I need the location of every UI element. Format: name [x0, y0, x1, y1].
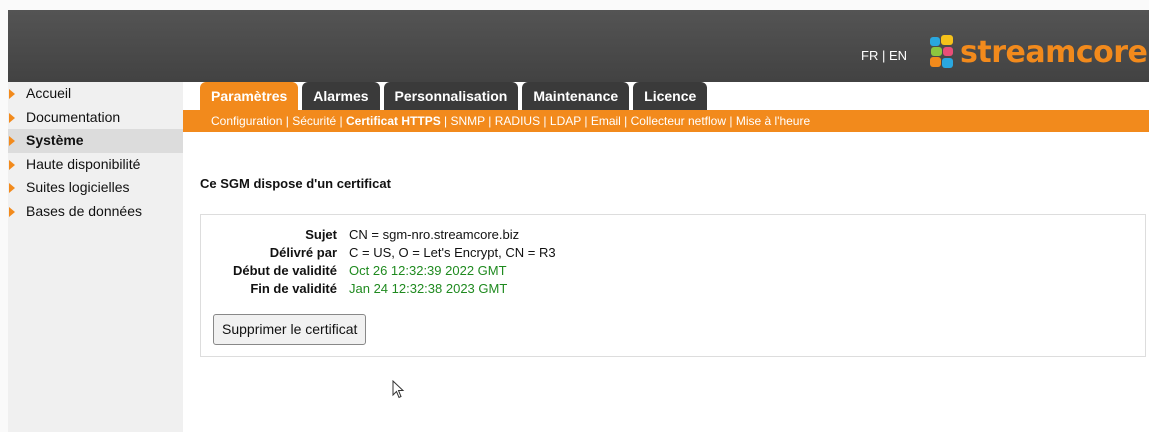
cert-subject-label: Sujet	[305, 227, 337, 242]
subnav-collecteur-netflow[interactable]: Collecteur netflow	[631, 114, 726, 128]
tab-parametres[interactable]: Paramètres	[200, 82, 299, 110]
sidebar-item-label: Documentation	[26, 108, 121, 125]
arrow-right-icon	[9, 206, 15, 217]
main-tabs: Paramètres Alarmes Personnalisation Main…	[200, 82, 708, 110]
sidebar-item-systeme[interactable]: Système	[8, 129, 183, 153]
cert-end-label: Fin de validité	[250, 281, 337, 296]
subnav-separator: |	[726, 114, 736, 128]
sidebar-item-bases-de-donnees[interactable]: Bases de données	[8, 200, 183, 224]
tab-maintenance[interactable]: Maintenance	[522, 82, 630, 110]
cert-start-value: Oct 26 12:32:39 2022 GMT	[349, 263, 507, 278]
window-frame-top	[0, 0, 1149, 10]
streamcore-logo-icon	[930, 35, 953, 68]
sidebar-item-label: Haute disponibilité	[26, 155, 141, 172]
lang-fr-link[interactable]: FR	[861, 48, 878, 63]
subnav-mise-a-l-heure[interactable]: Mise à l'heure	[736, 114, 810, 128]
arrow-right-icon	[9, 183, 15, 193]
subnav-separator: |	[620, 114, 631, 128]
subnav-separator: |	[581, 114, 591, 128]
sidebar-item-haute-disponibilite[interactable]: Haute disponibilité	[8, 153, 183, 177]
cert-issuer-value: C = US, O = Let's Encrypt, CN = R3	[349, 245, 556, 260]
arrow-right-icon	[9, 136, 15, 146]
cert-end-value: Jan 24 12:32:38 2023 GMT	[349, 281, 508, 296]
subnav-radius[interactable]: RADIUS	[495, 114, 540, 128]
language-switcher: FR | EN	[861, 48, 907, 63]
subnav-snmp[interactable]: SNMP	[451, 114, 485, 128]
cert-row-issuer: Délivré par C = US, O = Let's Encrypt, C…	[201, 245, 1145, 263]
subnav-separator: |	[540, 114, 550, 128]
certificate-panel: Sujet CN = sgm-nro.streamcore.biz Délivr…	[200, 214, 1146, 357]
cert-row-subject: Sujet CN = sgm-nro.streamcore.biz	[201, 227, 1145, 245]
subnav-ldap[interactable]: LDAP	[550, 114, 581, 128]
mouse-pointer-icon	[392, 380, 405, 399]
cert-issuer-label: Délivré par	[269, 245, 337, 260]
cert-start-label: Début de validité	[232, 263, 337, 278]
delete-certificate-button[interactable]: Supprimer le certificat	[213, 314, 367, 345]
sidebar-item-accueil[interactable]: Accueil	[8, 82, 183, 106]
tab-personnalisation[interactable]: Personnalisation	[383, 82, 519, 110]
header-bar: FR | EN streamcore22b	[8, 10, 1149, 82]
subnav-separator: |	[282, 114, 293, 128]
tab-alarmes[interactable]: Alarmes	[302, 82, 380, 110]
sidebar-item-label: Suites logicielles	[26, 179, 130, 195]
sidebar-item-label: Accueil	[26, 85, 72, 101]
page-title: Ce SGM dispose d'un certificat	[200, 176, 391, 191]
lang-separator: |	[878, 48, 889, 63]
arrow-right-icon	[9, 112, 15, 123]
subnav-configuration[interactable]: Configuration	[211, 114, 282, 128]
lang-en-link[interactable]: EN	[889, 48, 907, 63]
sidebar-item-suites-logicielles[interactable]: Suites logicielles	[8, 176, 183, 200]
subnav-securite[interactable]: Sécurité	[292, 114, 336, 128]
logo-text: streamcore	[960, 34, 1148, 70]
sidebar-item-label: Bases de données	[26, 202, 142, 219]
streamcore-logo: streamcore22b	[928, 32, 1149, 72]
sidebar-item-documentation[interactable]: Documentation	[8, 106, 183, 130]
window-frame-left	[0, 0, 8, 432]
cert-subject-value: CN = sgm-nro.streamcore.biz	[349, 227, 520, 242]
cert-row-start: Début de validité Oct 26 12:32:39 2022 G…	[201, 263, 1145, 281]
arrow-right-icon	[9, 89, 15, 99]
arrow-right-icon	[9, 159, 15, 170]
subnav-certificat-https[interactable]: Certificat HTTPS	[346, 114, 441, 128]
subnav-separator: |	[484, 114, 495, 128]
sub-navigation: Configuration | Sécurité | Certificat HT…	[183, 110, 1149, 132]
sidebar-item-label: Système	[26, 132, 84, 148]
subnav-separator: |	[440, 114, 451, 128]
subnav-email[interactable]: Email	[591, 114, 621, 128]
tab-licence[interactable]: Licence	[633, 82, 708, 110]
sidebar: Accueil Documentation Système Haute disp…	[8, 82, 183, 432]
cert-row-end: Fin de validité Jan 24 12:32:38 2023 GMT	[201, 281, 1145, 299]
subnav-separator: |	[336, 114, 347, 128]
